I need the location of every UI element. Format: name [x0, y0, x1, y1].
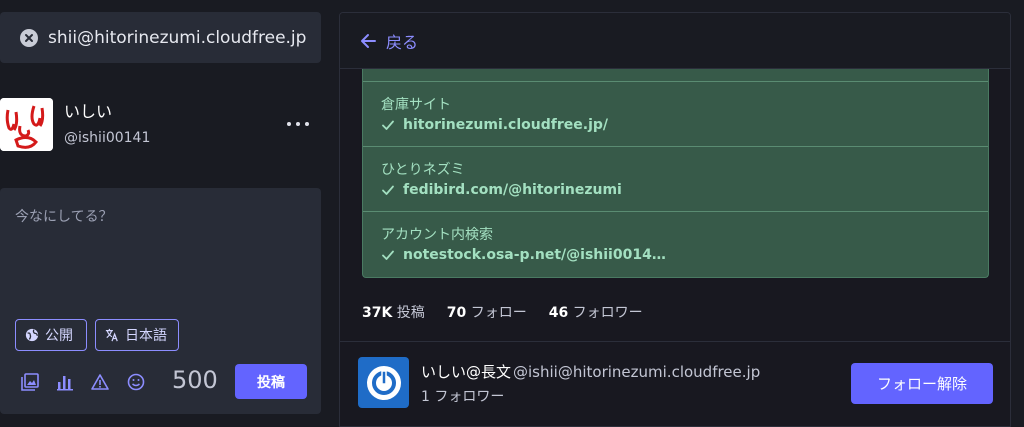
account-display-name: いしい@長文 — [421, 363, 512, 381]
field-name: 倉庫サイト — [381, 97, 451, 113]
field-name: ひとりネズミ — [381, 162, 465, 178]
verified-check-icon — [382, 250, 394, 260]
content-warning-icon[interactable] — [90, 372, 110, 392]
field-value-link[interactable]: fedibird.com/@hitorinezumi — [381, 182, 622, 198]
posts-label: 投稿 — [396, 305, 425, 321]
compose-textarea[interactable]: 今なにしてる？ — [15, 206, 113, 226]
display-name[interactable]: いしい — [64, 98, 112, 122]
posts-stat[interactable]: 37K 投稿 — [362, 302, 425, 322]
field-value: fedibird.com/@hitorinezumi — [403, 182, 622, 198]
arrow-left-icon — [361, 33, 376, 48]
globe-icon — [25, 328, 39, 342]
language-button[interactable]: 日本語 — [95, 319, 179, 351]
field-value: notestock.osa-p.net/@ishii0014… — [403, 247, 666, 263]
visibility-label: 公開 — [45, 328, 73, 344]
followers-stat[interactable]: 46 フォロワー — [549, 302, 643, 322]
avatar[interactable] — [358, 357, 409, 408]
account-card: いしい@長文 @ishii@hitorinezumi.cloudfree.jp 1… — [340, 342, 1010, 426]
following-label: フォロー — [470, 305, 527, 321]
user-handle[interactable]: @ishii00141 — [64, 130, 150, 146]
field-value: hitorinezumi.cloudfree.jp/ — [403, 117, 609, 133]
field-name: アカウント内検索 — [381, 227, 493, 243]
following-stat[interactable]: 70 フォロー — [447, 302, 527, 322]
back-button[interactable]: 戻る — [340, 13, 1010, 69]
search-field[interactable]: shii@hitorinezumi.cloudfree.jp — [0, 12, 321, 63]
followers-label: フォロワー — [572, 305, 643, 321]
post-button[interactable]: 投稿 — [235, 364, 307, 399]
account-name[interactable]: いしい@長文 @ishii@hitorinezumi.cloudfree.jp — [421, 361, 760, 382]
more-options-icon[interactable] — [287, 113, 309, 135]
emoji-icon[interactable] — [126, 372, 146, 392]
character-counter: 500 — [172, 366, 218, 394]
poll-icon[interactable] — [55, 372, 75, 392]
verified-check-icon — [382, 185, 394, 195]
profile-field: アカウント内検索 notestock.osa-p.net/@ishii0014… — [363, 211, 988, 276]
account-handle: @ishii@hitorinezumi.cloudfree.jp — [513, 363, 761, 381]
verified-check-icon — [382, 120, 394, 130]
current-user-profile: いしい @ishii00141 — [0, 96, 321, 154]
profile-field: 倉庫サイト hitorinezumi.cloudfree.jp/ — [363, 81, 988, 146]
account-panel: 戻る 倉庫サイト hitorinezumi.cloudfree.jp/ ひとりネ… — [339, 12, 1011, 427]
add-media-icon[interactable] — [20, 372, 40, 392]
language-label: 日本語 — [125, 328, 167, 344]
account-followers: 1 フォロワー — [421, 389, 505, 405]
following-count: 70 — [446, 305, 467, 321]
posts-count: 37K — [362, 305, 393, 321]
translate-icon — [105, 328, 118, 342]
profile-field: ひとりネズミ fedibird.com/@hitorinezumi — [363, 146, 988, 211]
unfollow-button[interactable]: フォロー解除 — [851, 363, 993, 404]
visibility-button[interactable]: 公開 — [15, 319, 87, 351]
field-value-link[interactable]: hitorinezumi.cloudfree.jp/ — [381, 117, 608, 133]
profile-fields: 倉庫サイト hitorinezumi.cloudfree.jp/ ひとりネズミ … — [362, 69, 989, 278]
avatar[interactable] — [0, 98, 53, 151]
compose-form: 今なにしてる？ 公開 日本語 500 投稿 — [0, 188, 321, 414]
search-input-value[interactable]: shii@hitorinezumi.cloudfree.jp — [48, 28, 306, 48]
followers-count: 46 — [548, 305, 569, 321]
back-label: 戻る — [386, 32, 419, 52]
account-stats: 37K 投稿 70 フォロー 46 フォロワー — [362, 302, 643, 322]
clear-search-icon[interactable] — [20, 28, 38, 47]
field-value-link[interactable]: notestock.osa-p.net/@ishii0014… — [381, 247, 666, 263]
